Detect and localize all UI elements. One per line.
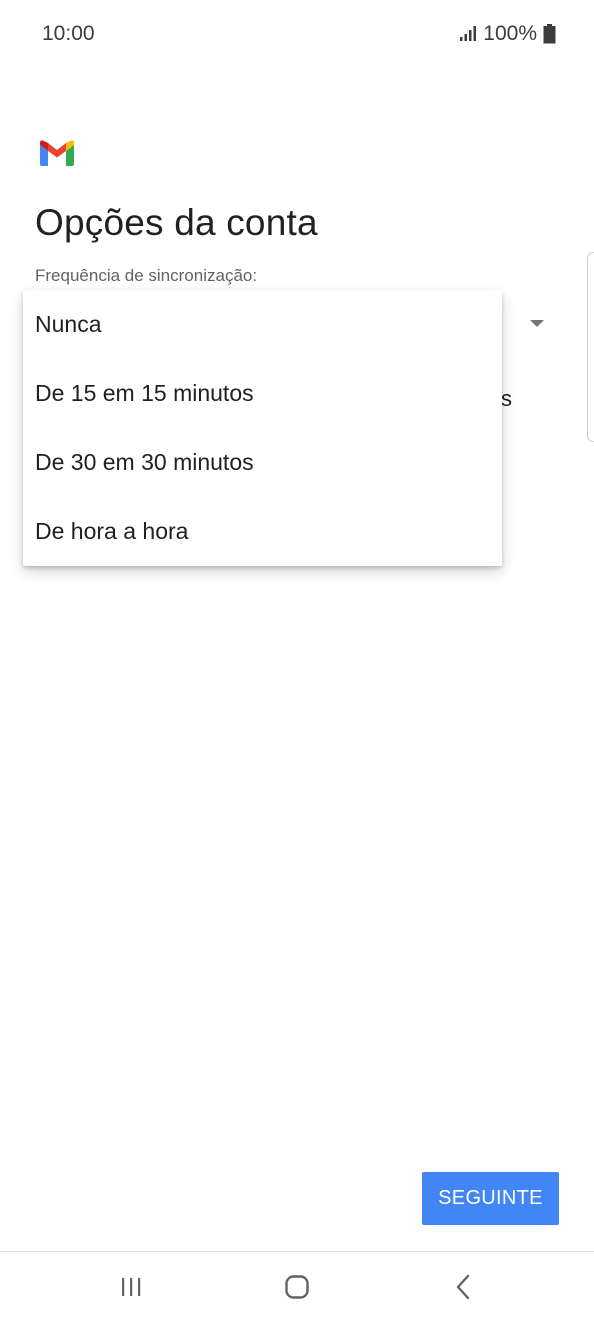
- chevron-down-icon[interactable]: [530, 320, 544, 327]
- recents-icon: [122, 1277, 141, 1296]
- gmail-logo-icon: [40, 140, 74, 166]
- recents-button[interactable]: [91, 1252, 171, 1320]
- dropdown-option-30-minutes[interactable]: De 30 em 30 minutos: [23, 428, 502, 497]
- status-time: 10:00: [42, 22, 95, 45]
- edge-panel-handle[interactable]: [587, 252, 594, 442]
- dropdown-option-15-minutes[interactable]: De 15 em 15 minutos: [23, 359, 502, 428]
- back-button[interactable]: [423, 1252, 503, 1320]
- home-button[interactable]: [257, 1252, 337, 1320]
- battery-percent: 100%: [483, 22, 537, 45]
- status-bar: 10:00 100%: [0, 0, 594, 70]
- dropdown-option-never[interactable]: Nunca: [23, 290, 502, 359]
- back-icon: [456, 1274, 470, 1299]
- partial-option-text: s: [501, 386, 512, 411]
- navigation-bar: [0, 1251, 594, 1320]
- status-right: 100%: [459, 22, 556, 46]
- battery-icon: [543, 24, 556, 44]
- dropdown-option-hourly[interactable]: De hora a hora: [23, 497, 502, 566]
- home-icon: [285, 1274, 309, 1299]
- sync-frequency-label: Frequência de sincronização:: [35, 266, 258, 285]
- screen: 10:00 100% Opções da conta Frequência de…: [0, 0, 594, 1320]
- signal-icon: [460, 26, 477, 41]
- page-title: Opções da conta: [35, 202, 318, 243]
- next-button[interactable]: SEGUINTE: [422, 1172, 559, 1225]
- sync-frequency-dropdown: Nunca De 15 em 15 minutos De 30 em 30 mi…: [23, 290, 502, 566]
